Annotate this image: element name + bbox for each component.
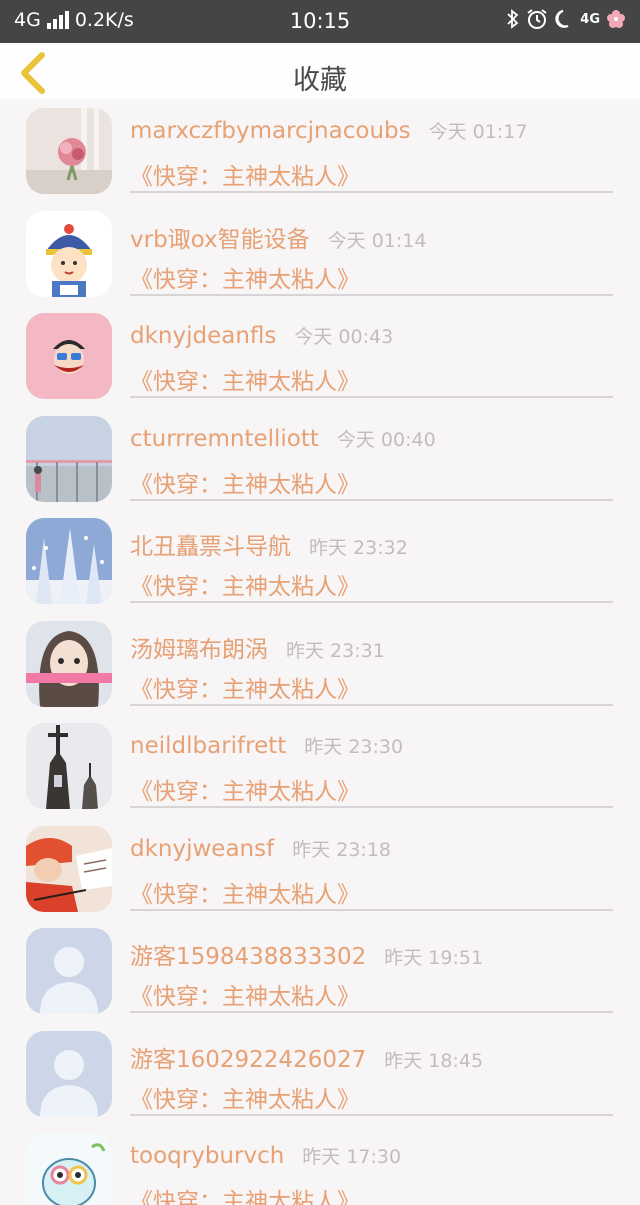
book-title: 《快穿：主神太粘人》 [130,676,360,703]
timestamp: 昨天 23:18 [292,838,392,861]
book-title: 《快穿：主神太粘人》 [130,881,360,908]
timestamp: 昨天 19:51 [384,947,484,969]
list-item[interactable]: vrb诹ox智能设备 今天 01:14 《快穿：主神太粘人》 [0,202,640,305]
favorites-list: marxczfbymarcjnacoubs 今天 01:17 《快穿：主神太粘人… [0,99,640,1205]
avatar [26,620,112,707]
bluetooth-icon [507,9,519,29]
avatar [26,415,112,502]
timestamp: 今天 00:43 [294,326,394,348]
list-item[interactable]: 北丑矗票斗导航 昨天 23:32 《快穿：主神太粘人》 [0,509,640,612]
timestamp: 昨天 23:31 [286,639,385,662]
timestamp: 今天 01:14 [327,229,427,252]
divider [130,191,613,193]
avatar [26,518,112,604]
book-title: 《快穿：主神太粘人》 [130,779,360,805]
divider [130,703,613,706]
list-item[interactable]: dknyjdeanfls 今天 00:43 《快穿：主神太粘人》 [0,304,640,407]
avatar [26,1133,112,1205]
user-name: dknyjdeanfls [130,323,277,349]
timestamp: 今天 01:17 [428,121,528,143]
status-right: 4G [506,8,626,30]
list-item[interactable]: neildlbarifrett 昨天 23:30 《快穿：主神太粘人》 [0,714,640,817]
book-title: 《快穿：主神太粘人》 [130,574,360,600]
book-title: 《快穿：主神太粘人》 [130,1189,360,1205]
divider [130,498,613,501]
book-title: 《快穿：主神太粘人》 [130,984,360,1010]
user-name: 汤姆璃布朗涡 [130,636,268,663]
list-item[interactable]: 汤姆璃布朗涡 昨天 23:31 《快穿：主神太粘人》 [0,612,640,715]
timestamp: 昨天 17:30 [302,1146,402,1168]
timestamp: 今天 00:40 [336,428,436,451]
list-item[interactable]: 游客1602922426027 昨天 18:45 《快穿：主神太粘人》 [0,1022,640,1125]
list-item[interactable]: marxczfbymarcjnacoubs 今天 01:17 《快穿：主神太粘人… [0,99,640,202]
user-name: 游客1598438833302 [130,944,367,970]
divider [130,908,613,911]
divider [130,601,613,603]
avatar [26,1030,112,1117]
alarm-icon [527,9,547,29]
divider [130,1011,613,1013]
avatar [26,313,112,399]
user-name: 游客1602922426027 [130,1046,367,1073]
avatar [26,108,112,194]
timestamp: 昨天 18:45 [384,1049,484,1072]
avatar [26,825,112,912]
list-item[interactable]: 游客1598438833302 昨天 19:51 《快穿：主神太粘人》 [0,919,640,1022]
user-name: vrb诹ox智能设备 [130,226,310,253]
book-title: 《快穿：主神太粘人》 [130,164,360,190]
user-name: 北丑矗票斗导航 [130,534,291,560]
avatar [26,928,112,1014]
book-title: 《快穿：主神太粘人》 [130,266,360,293]
book-title: 《快穿：主神太粘人》 [130,1086,360,1113]
user-name: neildlbarifrett [130,733,287,759]
list-item[interactable]: cturrremntelliott 今天 00:40 《快穿：主神太粘人》 [0,407,640,510]
user-name: marxczfbymarcjnacoubs [130,118,411,144]
flower-icon [607,10,625,28]
divider [130,396,613,398]
book-title: 《快穿：主神太粘人》 [130,471,360,498]
divider [130,293,613,296]
divider [130,806,613,808]
divider [130,1113,613,1116]
timestamp: 昨天 23:30 [304,736,404,758]
timestamp: 昨天 23:32 [309,537,408,559]
header-bar: 收藏 [0,43,640,99]
list-item[interactable]: dknyjweansf 昨天 23:18 《快穿：主神太粘人》 [0,817,640,920]
avatar [26,210,112,297]
status-bar: 4G 0.2K/s 10:15 4G [0,0,640,43]
avatar [26,723,112,809]
user-name: tooqryburvch [130,1143,285,1169]
moon-icon [555,10,569,28]
page-title: 收藏 [293,65,347,96]
user-name: cturrremntelliott [130,425,319,452]
user-name: dknyjweansf [130,835,275,862]
list-item[interactable]: tooqryburvch 昨天 17:30 《快穿：主神太粘人》 [0,1124,640,1205]
book-title: 《快穿：主神太粘人》 [130,369,360,395]
signal-4g-icon: 4G [580,11,600,27]
